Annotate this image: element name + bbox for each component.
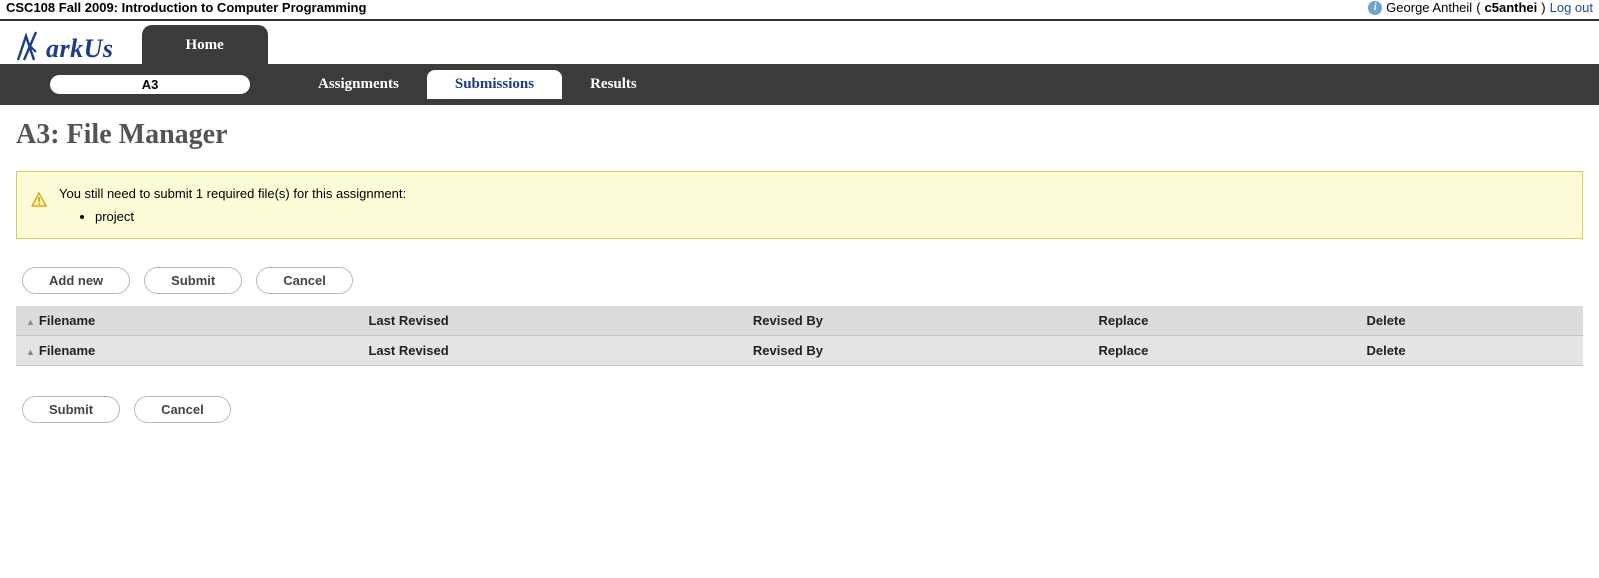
sort-asc-icon: ▲ [26,347,35,357]
warning-box: You still need to submit 1 required file… [16,171,1583,239]
info-icon[interactable]: i [1368,1,1382,15]
logo[interactable]: arkUs [14,30,114,64]
page-title: A3: File Manager [16,119,1583,151]
col-revised-by[interactable]: Revised By [743,306,1089,336]
nav-submissions[interactable]: Submissions [427,70,562,99]
submit-button-bottom[interactable]: Submit [22,396,120,423]
warning-icon [31,192,47,211]
add-new-button[interactable]: Add new [22,267,130,294]
user-name: George Antheil [1386,0,1472,15]
cancel-button-top[interactable]: Cancel [256,267,353,294]
col-filename[interactable]: ▲Filename [16,306,358,336]
col-last-revised[interactable]: Last Revised [358,306,742,336]
context-pill[interactable]: A3 [50,75,250,94]
col-replace-2: Replace [1088,336,1356,366]
col-last-revised-2[interactable]: Last Revised [358,336,742,366]
col-filename-2[interactable]: ▲Filename [16,336,358,366]
col-replace: Replace [1088,306,1356,336]
missing-file-item: project [95,209,406,224]
navbar: A3 Assignments Submissions Results [0,64,1599,105]
logo-text: arkUs [46,34,114,64]
col-revised-by-2[interactable]: Revised By [743,336,1089,366]
submit-button-top[interactable]: Submit [144,267,242,294]
user-area: i George Antheil ( c5anthei ) Log out [1368,0,1593,15]
course-title: CSC108 Fall 2009: Introduction to Comput… [6,0,366,15]
tab-home[interactable]: Home [142,25,268,64]
col-delete: Delete [1357,306,1583,336]
sort-asc-icon: ▲ [26,317,35,327]
user-id: c5anthei [1485,0,1538,15]
files-table: ▲Filename Last Revised Revised By Replac… [16,306,1583,366]
missing-files-list: project [95,209,406,224]
nav-results[interactable]: Results [562,70,665,99]
markus-logo-icon [14,30,48,64]
cancel-button-bottom[interactable]: Cancel [134,396,231,423]
warning-message: You still need to submit 1 required file… [59,186,406,201]
nav-assignments[interactable]: Assignments [290,70,427,99]
col-delete-2: Delete [1357,336,1583,366]
logout-link[interactable]: Log out [1550,0,1593,15]
